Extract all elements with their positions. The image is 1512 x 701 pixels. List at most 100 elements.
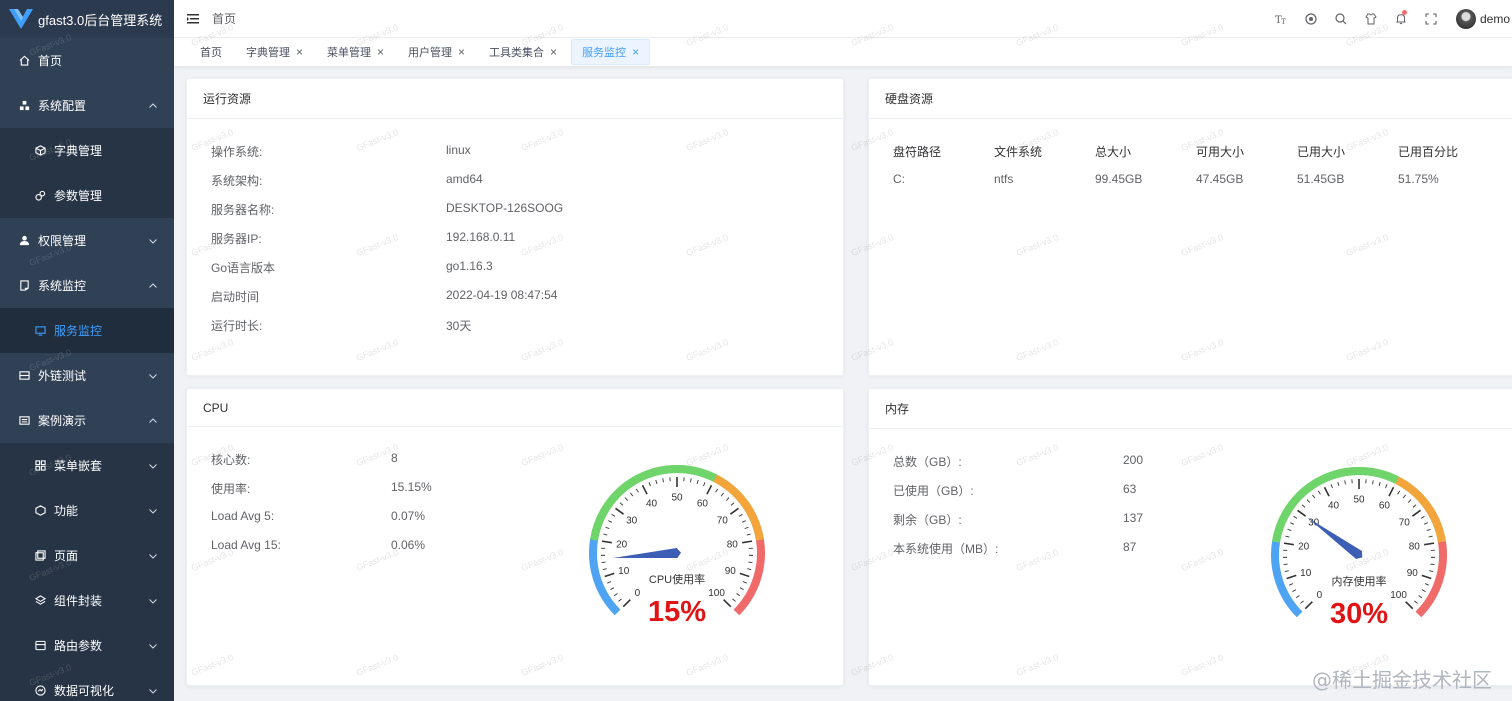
- home-icon: [18, 55, 30, 67]
- sidebar-item[interactable]: 组件封装: [0, 578, 174, 623]
- chevron-down-icon: [149, 508, 157, 514]
- gauge-tick: [1428, 535, 1433, 538]
- gauge-tick: [748, 561, 753, 563]
- info-value: linux: [446, 143, 471, 157]
- gauge-tick: [1411, 509, 1421, 517]
- info-label: Load Avg 15:: [211, 538, 281, 552]
- sidebar-item[interactable]: 服务监控: [0, 308, 174, 353]
- sidebar-item[interactable]: 菜单嵌套: [0, 443, 174, 488]
- info-value: 2022-04-19 08:47:54: [446, 288, 558, 302]
- info-value: 30天: [446, 319, 472, 333]
- cpu-card: CPU 核心数: 8 使用率: 15.15% Load Avg 5: 0.07% Load …: [186, 388, 844, 686]
- close-icon[interactable]: ×: [632, 45, 639, 59]
- sidebar-item[interactable]: 首页: [0, 38, 174, 83]
- gauge-tick-label: 30: [626, 516, 638, 527]
- disk-cell: ntfs: [994, 172, 1014, 186]
- skin-icon[interactable]: [1356, 0, 1386, 38]
- gauge-tick: [618, 598, 622, 602]
- sidebar-item[interactable]: 系统监控: [0, 263, 174, 308]
- info-label: 启动时间: [211, 290, 260, 304]
- tag-item[interactable]: 首页: [190, 39, 232, 65]
- chevron-down-icon: [149, 238, 157, 244]
- sidebar-item[interactable]: 案例演示: [0, 398, 174, 443]
- tag-item[interactable]: 字典管理 ×: [236, 39, 313, 65]
- gauge-tick: [1418, 595, 1423, 599]
- gauge-tick-label: 70: [717, 516, 729, 527]
- close-icon[interactable]: ×: [550, 45, 557, 59]
- gauge-tick: [1286, 574, 1297, 580]
- info-value: 192.168.0.11: [446, 230, 516, 244]
- gauge-tick: [732, 598, 736, 602]
- gauge-tick-label: 100: [708, 588, 725, 599]
- sidebar-item[interactable]: 字典管理: [0, 128, 174, 173]
- tag-label: 服务监控: [582, 47, 627, 59]
- tag-item[interactable]: 用户管理 ×: [398, 39, 475, 65]
- disk-resource-card: 硬盘资源 盘符路径 文件系统 总大小 可用大小 已用大小 已用百分比 C: ntfs 99.45…: [868, 78, 1512, 376]
- close-icon[interactable]: ×: [458, 45, 465, 59]
- cpu-title: CPU: [187, 389, 843, 427]
- search-icon[interactable]: [1326, 0, 1356, 38]
- gauge-tick: [1283, 563, 1288, 565]
- info-label: 服务器IP:: [211, 232, 262, 246]
- gauge-title: 内存使用率: [1332, 574, 1387, 588]
- sidebar-item[interactable]: 数据可视化: [0, 668, 174, 701]
- gauge-tick: [715, 488, 719, 493]
- disk-cell: 51.75%: [1398, 172, 1439, 186]
- brand[interactable]: gfast3.0后台管理系统: [0, 0, 174, 38]
- link-icon: [18, 370, 30, 382]
- theme-icon[interactable]: [1296, 0, 1326, 38]
- gauge-tick: [739, 572, 750, 578]
- sidebar-item-label: 系统监控: [38, 279, 87, 293]
- app-title: gfast3.0后台管理系统: [38, 12, 163, 28]
- sidebar-item[interactable]: 路由参数: [0, 623, 174, 668]
- info-value: go1.16.3: [446, 259, 493, 273]
- avatar[interactable]: [1455, 9, 1476, 29]
- close-icon[interactable]: ×: [296, 45, 303, 59]
- gauge-tick-label: 50: [1353, 495, 1365, 506]
- gauge-tick: [1372, 480, 1374, 485]
- close-icon[interactable]: ×: [377, 45, 384, 59]
- breadcrumb[interactable]: 首页: [212, 10, 236, 27]
- sidebar-item-label: 组件封装: [54, 594, 103, 608]
- tag-item[interactable]: 工具类集合 ×: [479, 39, 567, 65]
- gauge-tick: [1385, 484, 1388, 489]
- sidebar-item[interactable]: 页面: [0, 533, 174, 578]
- font-size-icon[interactable]: TT: [1266, 0, 1296, 38]
- disk-column-header: 已用百分比: [1398, 145, 1459, 159]
- nest-icon: [34, 460, 46, 472]
- gauge-tick: [655, 479, 658, 484]
- tag-item[interactable]: 菜单管理 ×: [317, 39, 394, 65]
- gauge-tick-label: 40: [646, 499, 658, 510]
- sidebar-item[interactable]: 外链测试: [0, 353, 174, 398]
- gauge-tick: [602, 568, 607, 571]
- page-icon: [34, 550, 46, 562]
- sidebar-item[interactable]: 功能: [0, 488, 174, 533]
- gauge-tick: [1337, 481, 1340, 486]
- gauge-tick: [1378, 481, 1381, 486]
- sidebar-item[interactable]: 系统配置: [0, 83, 174, 128]
- gauge-tick: [1293, 515, 1298, 519]
- fullscreen-icon[interactable]: [1416, 0, 1446, 38]
- gauge-tick-label: 0: [635, 588, 641, 599]
- gauge-tick: [1283, 542, 1294, 546]
- gauge-tick: [1295, 595, 1300, 599]
- gauge-tick: [742, 540, 753, 544]
- gauge-tick: [1430, 563, 1435, 565]
- hamburger-icon[interactable]: [186, 12, 200, 26]
- gauge-tick: [1290, 522, 1295, 525]
- chevron-down-icon: [149, 598, 157, 604]
- gauge-tick: [696, 479, 699, 484]
- sidebar-item[interactable]: 权限管理: [0, 218, 174, 263]
- system-config-icon: [18, 100, 30, 112]
- gauge-tick: [1300, 600, 1304, 604]
- username[interactable]: demo: [1480, 12, 1510, 26]
- chevron-up-icon: [149, 102, 157, 108]
- sidebar-item[interactable]: 参数管理: [0, 173, 174, 218]
- chevron-down-icon: [149, 463, 157, 469]
- bell-icon[interactable]: [1386, 0, 1416, 38]
- cpu-gauge: 0 10 20 30 40 50 60 70 80 90100CPU使用率 15%: [589, 465, 765, 628]
- tag-item[interactable]: 服务监控 ×: [571, 39, 651, 65]
- disk-resource-title: 硬盘资源: [869, 79, 1512, 119]
- header-tools: TT demo: [1266, 0, 1512, 38]
- info-label: 使用率:: [211, 482, 251, 496]
